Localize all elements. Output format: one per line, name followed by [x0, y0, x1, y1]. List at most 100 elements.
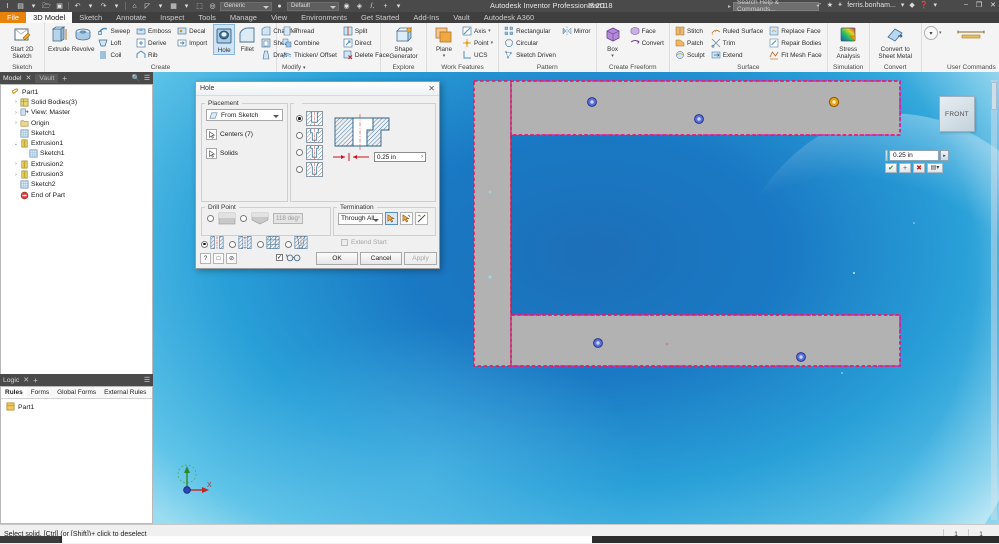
- hole-style-radio-clearance-hole-style[interactable]: [229, 240, 236, 248]
- coil-button[interactable]: Coil: [96, 49, 132, 61]
- tree-expand-arrow[interactable]: ›: [12, 99, 20, 105]
- ucs-button[interactable]: UCS: [460, 49, 495, 61]
- hamburger-icon[interactable]: ☰: [144, 376, 150, 384]
- shape-generator-button[interactable]: Shape Generator: [384, 24, 423, 60]
- freeform-face-button[interactable]: Face: [628, 25, 666, 37]
- tree-node[interactable]: › Solid Bodies(3): [3, 97, 152, 107]
- preview-toggle[interactable]: ✓: [276, 253, 302, 262]
- derive-button[interactable]: Derive: [134, 37, 173, 49]
- circular-pattern-button[interactable]: Circular: [502, 37, 558, 49]
- apply-button[interactable]: Apply: [404, 252, 437, 265]
- thread-button[interactable]: Thread: [280, 25, 339, 37]
- search-icon[interactable]: 🔍: [131, 74, 139, 82]
- hud-cancel-button[interactable]: ✖: [913, 163, 925, 173]
- zoom-all-icon[interactable]: ◎: [207, 1, 218, 11]
- hole-type-option-countersink-hole[interactable]: [296, 161, 323, 178]
- material-swatch-icon[interactable]: ●: [274, 1, 285, 11]
- favorite-star-icon[interactable]: ★: [827, 1, 833, 9]
- ribbon-tab-sketch[interactable]: Sketch: [72, 12, 109, 23]
- rib-button[interactable]: Rib: [134, 49, 173, 61]
- decal-button[interactable]: Decal: [175, 25, 209, 37]
- sweep-button[interactable]: Sweep: [96, 25, 132, 37]
- hole-dialog[interactable]: Hole ✕ Placement From Sketch Centers (7): [195, 81, 440, 269]
- replace-face-button[interactable]: Replace Face: [767, 25, 824, 37]
- hud-add-button[interactable]: +: [899, 163, 911, 173]
- hole-button[interactable]: Hole: [213, 24, 236, 55]
- hole-style-radio-tapped-hole-style[interactable]: [257, 240, 264, 248]
- ribbon-tab-tools[interactable]: Tools: [191, 12, 223, 23]
- freeform-box-dropdown-icon[interactable]: ▾: [611, 53, 614, 59]
- hole-style-option-simple-hole-style[interactable]: [201, 236, 224, 252]
- cart-icon[interactable]: ◆: [909, 1, 914, 9]
- tree-expand-arrow[interactable]: ›: [12, 172, 20, 178]
- share-icon[interactable]: ➶: [816, 1, 822, 9]
- rectangular-pattern-button[interactable]: Rectangular: [502, 25, 558, 37]
- tree-node[interactable]: › Origin: [3, 118, 152, 128]
- hole-type-radio-counterbore-hole[interactable]: [296, 132, 303, 139]
- search-expand-icon[interactable]: ▸: [728, 3, 731, 10]
- user-command-icon[interactable]: [956, 30, 986, 42]
- tree-expand-arrow[interactable]: ›: [12, 161, 20, 167]
- hole-style-option-taper-tapped-hole-style[interactable]: [285, 236, 308, 252]
- extend-button[interactable]: Extend: [709, 49, 766, 61]
- new-icon[interactable]: ▤: [15, 1, 26, 11]
- update-icon[interactable]: ▦: [168, 1, 179, 11]
- hole-type-radio-simple-hole[interactable]: [296, 115, 303, 122]
- tree-node[interactable]: Sketch1: [3, 128, 152, 138]
- hole-type-option-simple-hole[interactable]: [296, 110, 323, 127]
- revolve-button[interactable]: Revolve: [72, 24, 94, 53]
- ribbon-tab-autodesk-a360[interactable]: Autodesk A360: [477, 12, 541, 23]
- axis-dropdown-icon[interactable]: ▾: [488, 28, 491, 34]
- direction-second-button[interactable]: [400, 212, 413, 225]
- hole-diameter-field[interactable]: 0.25 in ›: [374, 152, 426, 162]
- point-dropdown-icon[interactable]: ▾: [491, 40, 494, 46]
- clear-appearance-icon[interactable]: ◈: [354, 1, 365, 11]
- hole-style-option-tapped-hole-style[interactable]: [257, 236, 280, 252]
- hud-accept-button[interactable]: ✔: [885, 163, 897, 173]
- hole-style-option-clearance-hole-style[interactable]: [229, 236, 252, 252]
- hole-style-radio-simple-hole-style[interactable]: [201, 240, 208, 248]
- browser-tab-model[interactable]: Model: [3, 75, 22, 82]
- hole-dialog-close-button[interactable]: ✕: [428, 84, 435, 93]
- minimize-button[interactable]: –: [964, 1, 968, 9]
- tree-node[interactable]: ⌄ Extrusion1: [3, 138, 152, 148]
- repair-bodies-button[interactable]: Repair Bodies: [767, 37, 824, 49]
- sculpt-button[interactable]: Sculpt: [673, 49, 707, 61]
- search-input[interactable]: Search Help & Commands...: [733, 0, 819, 13]
- tree-node[interactable]: Sketch2: [3, 180, 152, 190]
- add-qat-icon[interactable]: +: [380, 1, 391, 11]
- hamburger-icon[interactable]: ☰: [144, 74, 150, 82]
- tree-node[interactable]: › Extrusion2: [3, 159, 152, 169]
- freeform-box-button[interactable]: Box ▾: [600, 24, 626, 59]
- ribbon-tab-get-started[interactable]: Get Started: [354, 12, 406, 23]
- hud-drag-grip[interactable]: [885, 150, 888, 161]
- sketch-driven-pattern-button[interactable]: Sketch Driven: [502, 49, 558, 61]
- mirror-button[interactable]: Mirror: [560, 25, 593, 37]
- help-icon[interactable]: ❓: [920, 1, 929, 9]
- import-button[interactable]: Import: [175, 37, 209, 49]
- fillet-button[interactable]: Fillet: [237, 24, 257, 53]
- tree-node[interactable]: › View: Master: [3, 108, 152, 118]
- ribbon-overflow-icon[interactable]: ▾: [923, 26, 938, 40]
- viewport-scrollbar-track[interactable]: [991, 80, 997, 520]
- ribbon-tab-annotate[interactable]: Annotate: [109, 12, 153, 23]
- browser-tab-vault[interactable]: Vault: [35, 73, 59, 83]
- ribbon-tab-vault[interactable]: Vault: [446, 12, 477, 23]
- centers-select-button[interactable]: Centers (7): [206, 128, 283, 141]
- appearance-swatch-icon[interactable]: ◉: [341, 1, 352, 11]
- select-icon[interactable]: ⬚: [194, 1, 205, 11]
- loft-button[interactable]: Loft: [96, 37, 132, 49]
- return-icon[interactable]: ◸: [142, 1, 153, 11]
- convert-sheet-metal-button[interactable]: Convert to Sheet Metal: [873, 24, 918, 60]
- fit-mesh-face-button[interactable]: Fit Mesh Face: [767, 49, 824, 61]
- new-dropdown-icon[interactable]: ▾: [28, 1, 39, 11]
- axis-button[interactable]: Axis ▾: [460, 25, 495, 37]
- placement-mode-combo[interactable]: From Sketch: [206, 109, 283, 121]
- plane-button[interactable]: Plane ▾: [430, 24, 458, 59]
- close-button[interactable]: ✕: [990, 1, 996, 9]
- stress-analysis-button[interactable]: Stress Analysis: [831, 24, 866, 60]
- box-icon[interactable]: □: [213, 253, 224, 264]
- view-cube[interactable]: FRONT: [939, 96, 975, 132]
- tree-expand-arrow[interactable]: ›: [12, 120, 20, 126]
- hole-type-radio-spotface-hole[interactable]: [296, 149, 303, 156]
